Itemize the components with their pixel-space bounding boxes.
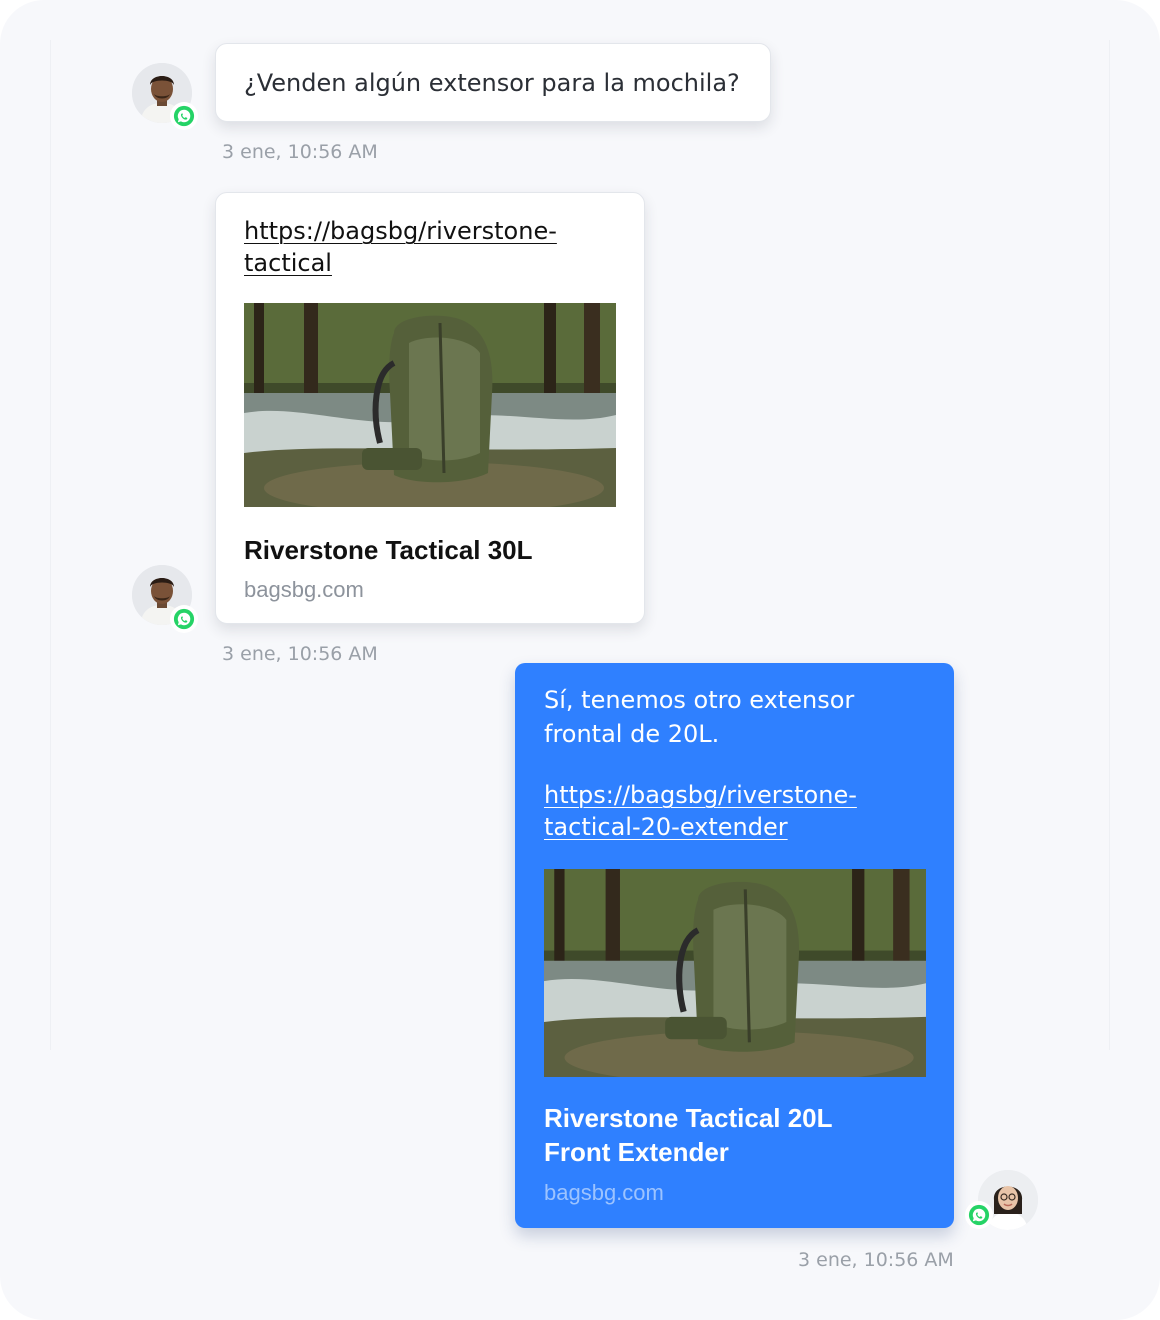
whatsapp-badge	[170, 605, 198, 633]
agent-avatar[interactable]	[965, 1170, 1038, 1230]
incoming-message-bubble[interactable]: ¿Venden algún extensor para la mochila?	[215, 43, 771, 122]
card-title: Riverstone Tactical 30L	[244, 535, 533, 565]
chat-canvas: ¿Venden algún extensor para la mochila? …	[0, 0, 1160, 1320]
message-timestamp: 3 ene, 10:56 AM	[222, 141, 378, 163]
customer-avatar[interactable]	[132, 565, 198, 633]
card-domain: bagsbg.com	[244, 577, 364, 602]
whatsapp-badge	[965, 1201, 993, 1229]
whatsapp-icon	[968, 1204, 990, 1226]
customer-avatar[interactable]	[132, 63, 198, 130]
product-link[interactable]: https://bagsbg/riverstone-tactical-20-ex…	[544, 779, 884, 843]
card-title: Riverstone Tactical 20L Front Extender	[544, 1103, 833, 1167]
card-domain: bagsbg.com	[544, 1180, 664, 1205]
message-timestamp: 3 ene, 10:56 AM	[222, 643, 378, 665]
product-link[interactable]: https://bagsbg/riverstone-tactical	[244, 215, 574, 279]
backpack-photo	[244, 303, 616, 507]
product-image[interactable]	[544, 869, 926, 1077]
product-image[interactable]	[244, 303, 616, 507]
message-text: ¿Venden algún extensor para la mochila?	[244, 69, 740, 97]
whatsapp-icon	[173, 105, 195, 127]
backpack-photo	[544, 869, 926, 1077]
incoming-link-preview-bubble[interactable]: https://bagsbg/riverstone-tactical River…	[215, 192, 645, 624]
whatsapp-badge	[170, 102, 198, 130]
whatsapp-icon	[173, 608, 195, 630]
message-timestamp: 3 ene, 10:56 AM	[798, 1249, 954, 1271]
message-text: Sí, tenemos otro extensor frontal de 20L…	[544, 686, 855, 748]
outgoing-message-bubble[interactable]: Sí, tenemos otro extensor frontal de 20L…	[515, 663, 954, 1228]
